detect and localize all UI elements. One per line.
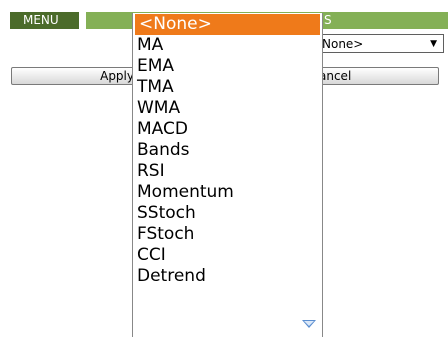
dropdown-option-fstoch[interactable]: FStoch — [133, 224, 322, 245]
dropdown-option-sstoch[interactable]: SStoch — [133, 203, 322, 224]
dropdown-option-rsi[interactable]: RSI — [133, 161, 322, 182]
indicator-dropdown-list[interactable]: <None> MA EMA TMA WMA MACD Bands RSI Mom… — [132, 13, 323, 337]
dropdown-option-none[interactable]: <None> — [135, 14, 320, 35]
dropdown-option-ma[interactable]: MA — [133, 35, 322, 56]
cancel-button[interactable]: ancel — [318, 67, 439, 85]
cancel-label: ancel — [319, 69, 352, 83]
apply-label: Apply — [100, 69, 134, 83]
dropdown-option-macd[interactable]: MACD — [133, 119, 322, 140]
dropdown-option-cci[interactable]: CCI — [133, 245, 322, 266]
apply-button[interactable]: Apply — [11, 67, 137, 85]
menu-button[interactable]: MENU — [10, 12, 79, 29]
scroll-down-arrow-icon[interactable] — [302, 320, 316, 328]
indicator-select[interactable]: None> ▼ — [313, 34, 444, 53]
dropdown-option-wma[interactable]: WMA — [133, 98, 322, 119]
chevron-down-icon[interactable]: ▼ — [430, 39, 437, 49]
select-value: None> — [322, 37, 364, 51]
dropdown-option-tma[interactable]: TMA — [133, 77, 322, 98]
dropdown-option-detrend[interactable]: Detrend — [133, 266, 322, 287]
dropdown-option-ema[interactable]: EMA — [133, 56, 322, 77]
dropdown-option-momentum[interactable]: Momentum — [133, 182, 322, 203]
dropdown-option-bands[interactable]: Bands — [133, 140, 322, 161]
title-text: S — [324, 13, 332, 27]
